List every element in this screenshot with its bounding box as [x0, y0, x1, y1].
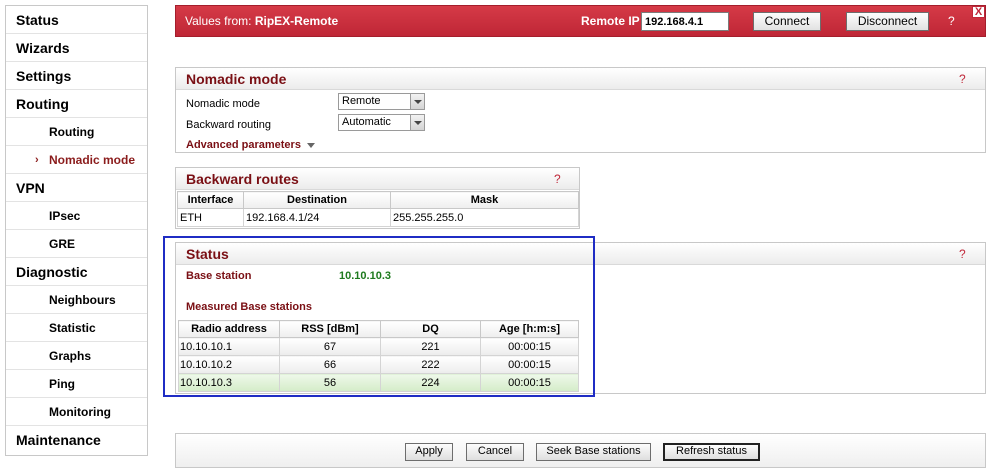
sidebar-item-diagnostic[interactable]: Diagnostic: [6, 258, 147, 286]
sidebar-item-label: Status: [16, 12, 59, 28]
header-help-icon[interactable]: ?: [948, 14, 955, 28]
sidebar-item-statistic[interactable]: Statistic: [6, 314, 147, 342]
sidebar-item-label: Monitoring: [49, 405, 111, 419]
connect-button[interactable]: Connect: [753, 12, 821, 31]
column-header: RSS [dBm]: [279, 320, 381, 338]
backward-routes-panel: Backward routes ? Interface Destination …: [175, 167, 580, 229]
column-header: DQ: [380, 320, 481, 338]
nomadic-mode-label: Nomadic mode: [186, 98, 260, 110]
sidebar-item-routing[interactable]: Routing: [6, 90, 147, 118]
sidebar-item-ping[interactable]: Ping: [6, 370, 147, 398]
remote-ip-label: Remote IP: [581, 14, 640, 28]
sidebar-item-label: Graphs: [49, 349, 92, 363]
table-row: 10.10.10.1 67 221 00:00:15: [178, 337, 579, 356]
routes-help-icon[interactable]: ?: [554, 168, 561, 190]
status-title: Status ?: [176, 243, 985, 265]
table-cell: 00:00:15: [480, 355, 579, 374]
column-header: Age [h:m:s]: [480, 320, 579, 338]
backward-routing-select[interactable]: Automatic: [338, 114, 425, 131]
sidebar-item-maintenance[interactable]: Maintenance: [6, 426, 147, 454]
sidebar-item-gre[interactable]: GRE: [6, 230, 147, 258]
base-station-value: 10.10.10.3: [339, 270, 391, 282]
refresh-status-button[interactable]: Refresh status: [663, 443, 760, 461]
column-header: Radio address: [178, 320, 280, 338]
sidebar-item-vpn[interactable]: VPN: [6, 174, 147, 202]
sidebar-item-neighbours[interactable]: Neighbours: [6, 286, 147, 314]
values-from-text: Values from: RipEX-Remote: [185, 14, 339, 28]
table-cell: 00:00:15: [480, 337, 579, 356]
table-row: ETH 192.168.4.1/24 255.255.255.0: [177, 208, 579, 227]
table-cell: 222: [380, 355, 481, 374]
remote-unit-name: RipEX-Remote: [254, 14, 339, 28]
sidebar-item-label: Maintenance: [16, 432, 101, 448]
table-cell: 192.168.4.1/24: [243, 208, 391, 227]
table-cell: ETH: [177, 208, 244, 227]
advanced-parameters-toggle[interactable]: Advanced parameters: [186, 139, 315, 151]
sidebar-item-nomadic-mode[interactable]: › Nomadic mode: [6, 146, 147, 174]
sidebar-item-status[interactable]: Status: [6, 6, 147, 34]
sidebar-item-graphs[interactable]: Graphs: [6, 342, 147, 370]
table-cell: 224: [380, 373, 481, 392]
sidebar-item-label: Nomadic mode: [49, 153, 136, 167]
nomadic-help-icon[interactable]: ?: [959, 68, 966, 90]
table-cell: 00:00:15: [480, 373, 579, 392]
nomadic-mode-panel: Nomadic mode ? Nomadic mode Remote Backw…: [175, 67, 986, 153]
sidebar-item-label: IPsec: [49, 209, 81, 223]
table-cell: 66: [279, 355, 381, 374]
nomadic-mode-select[interactable]: Remote: [338, 93, 425, 110]
seek-base-stations-button[interactable]: Seek Base stations: [536, 443, 651, 461]
active-marker-icon: ›: [35, 154, 39, 166]
backward-routes-table: Interface Destination Mask ETH 192.168.4.…: [177, 191, 579, 227]
base-station-label: Base station: [186, 270, 252, 282]
table-row: 10.10.10.3 56 224 00:00:15: [178, 373, 579, 392]
remote-ip-input[interactable]: [641, 12, 729, 31]
sidebar-item-label: Diagnostic: [16, 264, 88, 280]
remote-header-bar: Values from: RipEX-Remote Remote IP Conn…: [175, 5, 986, 37]
cancel-button[interactable]: Cancel: [466, 443, 524, 461]
chevron-down-icon: [410, 115, 424, 130]
column-header: Interface: [177, 191, 244, 209]
sidebar-item-label: Neighbours: [49, 293, 116, 307]
sidebar-item-monitoring[interactable]: Monitoring: [6, 398, 147, 426]
sidebar-item-settings[interactable]: Settings: [6, 62, 147, 90]
table-cell: 255.255.255.0: [390, 208, 579, 227]
apply-button[interactable]: Apply: [405, 443, 453, 461]
table-cell: 10.10.10.2: [178, 355, 280, 374]
close-icon[interactable]: X: [972, 6, 985, 18]
action-bar: Apply Cancel Seek Base stations Refresh …: [175, 433, 986, 468]
column-header: Mask: [390, 191, 579, 209]
sidebar-item-ipsec[interactable]: IPsec: [6, 202, 147, 230]
expand-triangle-icon: [306, 142, 315, 148]
sidebar-item-label: Settings: [16, 68, 72, 84]
sidebar-item-label: Ping: [49, 377, 75, 391]
table-cell: 10.10.10.3: [178, 373, 280, 392]
status-help-icon[interactable]: ?: [959, 243, 966, 265]
sidebar-item-routing[interactable]: Routing: [6, 118, 147, 146]
measured-stations-table: Radio address RSS [dBm] DQ Age [h:m:s] 1…: [178, 320, 579, 392]
backward-routing-label: Backward routing: [186, 119, 271, 131]
sidebar-item-label: VPN: [16, 180, 45, 196]
chevron-down-icon: [410, 94, 424, 109]
sidebar-item-label: Routing: [49, 125, 95, 139]
table-cell: 221: [380, 337, 481, 356]
table-row: 10.10.10.2 66 222 00:00:15: [178, 355, 579, 374]
table-cell: 10.10.10.1: [178, 337, 280, 356]
sidebar-item-label: Routing: [16, 96, 69, 112]
sidebar-item-label: Statistic: [49, 321, 96, 335]
status-panel: Status ? Base station 10.10.10.3 Measure…: [175, 242, 986, 394]
sidebar-item-label: Wizards: [16, 40, 70, 56]
nomadic-mode-title: Nomadic mode ?: [176, 68, 985, 90]
table-cell: 56: [279, 373, 381, 392]
disconnect-button[interactable]: Disconnect: [846, 12, 929, 31]
sidebar-nav: Status Wizards Settings Routing Routing › Noma…: [5, 5, 148, 456]
sidebar-item-wizards[interactable]: Wizards: [6, 34, 147, 62]
backward-routes-title: Backward routes ?: [176, 168, 579, 190]
column-header: Destination: [243, 191, 391, 209]
table-cell: 67: [279, 337, 381, 356]
sidebar-item-label: GRE: [49, 237, 76, 251]
measured-stations-heading: Measured Base stations: [186, 301, 312, 313]
